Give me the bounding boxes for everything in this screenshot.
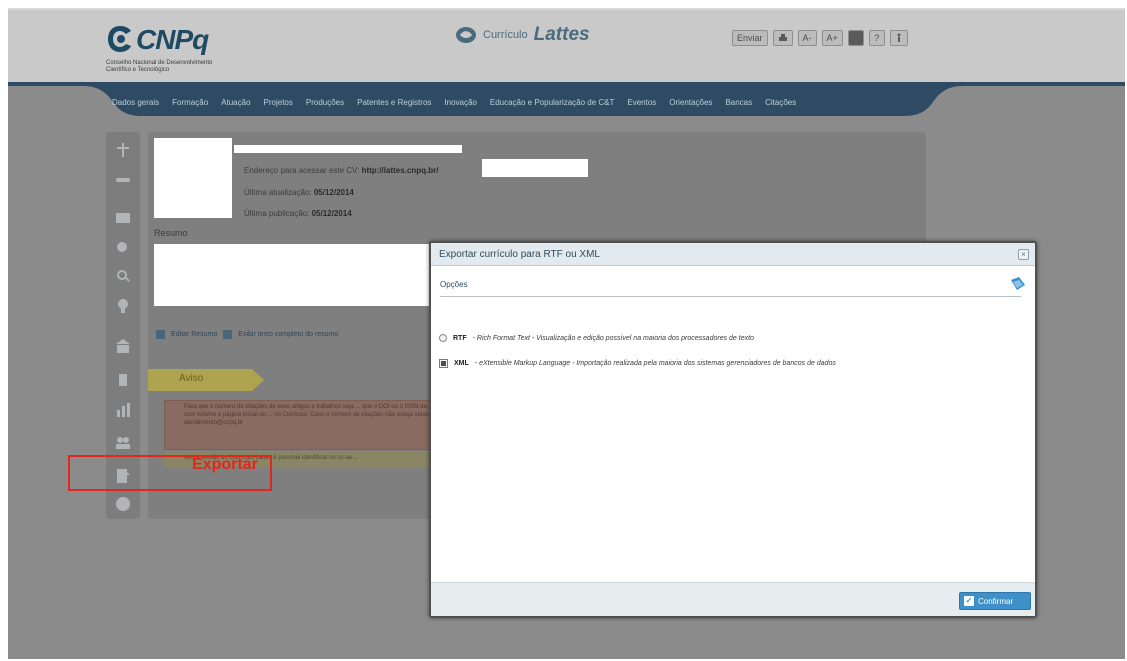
dialog-title: Exportar currículo para RTF ou XML	[439, 249, 600, 260]
export-dialog: Exportar currículo para RTF ou XML × Opç…	[429, 241, 1037, 618]
badge-icon[interactable]	[115, 298, 131, 314]
last-update-line: Última atualização: 05/12/2014	[244, 188, 354, 197]
accessibility-icon	[897, 33, 901, 42]
header-bar: CNPq Conselho Nacional de Desenvolviment…	[8, 8, 1125, 82]
help-label: ?	[874, 33, 880, 43]
dialog-header: Exportar currículo para RTF ou XML ×	[431, 243, 1035, 266]
email-label: Enviar	[737, 33, 763, 43]
cv-address-line: Endereço para acessar este CV: http://la…	[244, 166, 438, 175]
profile-name-redacted	[234, 145, 462, 153]
app-title-small: Currículo	[483, 29, 528, 41]
search-icon[interactable]	[115, 268, 131, 284]
nav-item-atuacao[interactable]: Atuação	[221, 98, 250, 107]
cnpq-logo-icon	[108, 26, 131, 52]
search-people-icon[interactable]	[115, 240, 131, 256]
last-update-label: Última atualização:	[244, 188, 312, 197]
export-annotation-label: Exportar	[192, 456, 258, 473]
font-decrease-label: A-	[802, 33, 812, 43]
rtf-desc: - Rich Format Text - Visualização e ediç…	[472, 334, 754, 342]
nav-item-orientacoes[interactable]: Orientações	[669, 98, 712, 107]
institution-icon[interactable]	[115, 338, 131, 354]
show-full-resumo-link[interactable]: Exibir texto completo do resumo	[238, 331, 338, 338]
lattes-icon	[456, 27, 476, 43]
edit-resumo-link[interactable]: Editar Resumo	[171, 331, 217, 338]
confirm-button[interactable]: ✓ Confirmar	[959, 592, 1031, 610]
last-update-value: 05/12/2014	[313, 188, 354, 197]
xml-desc: - eXtensible Markup Language - Importaçã…	[474, 360, 836, 367]
warning-text: Para que o número de citações de seus ar…	[184, 404, 447, 426]
help-book-icon[interactable]	[1009, 275, 1027, 293]
font-increase-label: A+	[826, 33, 838, 43]
last-publish-line: Última publicação: 05/12/2014	[244, 209, 352, 218]
nav-item-producoes[interactable]: Produções	[306, 98, 344, 107]
nav-item-inovacao[interactable]: Inovação	[444, 98, 476, 107]
font-decrease-button[interactable]: A-	[797, 30, 817, 46]
option-xml[interactable]: XML - eXtensible Markup Language - Impor…	[439, 359, 836, 368]
group-icon[interactable]	[115, 434, 131, 450]
contrast-button[interactable]	[847, 30, 864, 46]
close-icon[interactable]: ×	[1018, 249, 1029, 260]
cv-address-redacted	[482, 159, 588, 177]
header-toolbar: Enviar A- A+ ?	[732, 30, 908, 46]
app-title-big: Lattes	[533, 24, 590, 45]
option-rtf[interactable]: RTF - Rich Format Text - Visualização e …	[439, 334, 754, 342]
page-overlay: CNPq Conselho Nacional de Desenvolviment…	[8, 8, 1125, 659]
document-icon	[223, 330, 233, 339]
aviso-tag-shape	[148, 369, 264, 391]
confirm-label: Confirmar	[978, 596, 1014, 606]
cv-address-label: Endereço para acessar este CV:	[244, 166, 360, 175]
aviso-tag	[148, 369, 264, 391]
last-publish-value: 05/12/2014	[311, 209, 352, 218]
resumo-label: Resumo	[154, 228, 188, 238]
nav-items: Dados gerais Formação Atuação Projetos P…	[112, 98, 796, 107]
link-icon[interactable]	[115, 172, 131, 188]
options-section: Opções	[440, 277, 1025, 297]
tree-icon[interactable]	[115, 142, 131, 158]
check-icon: ✓	[964, 596, 974, 606]
last-publish-label: Última publicação:	[244, 209, 310, 218]
nav-item-dados-gerais[interactable]: Dados gerais	[112, 98, 159, 107]
xml-select-checked[interactable]	[439, 359, 448, 368]
nav-item-patentes[interactable]: Patentes e Registros	[357, 98, 431, 107]
resumo-actions: Editar Resumo Exibir texto completo do r…	[156, 330, 338, 339]
aviso-label: Aviso	[179, 373, 204, 384]
cnpq-logo[interactable]: CNPq Conselho Nacional de Desenvolviment…	[106, 20, 236, 78]
nav-item-projetos[interactable]: Projetos	[264, 98, 293, 107]
curriculo-lattes-logo: Currículo Lattes	[455, 24, 590, 46]
xml-desc-italic: eXtensible Markup Language	[479, 360, 571, 367]
id-card-icon[interactable]	[115, 210, 131, 226]
rtf-code: RTF	[453, 334, 467, 342]
dialog-footer: ✓ Confirmar	[431, 582, 1035, 616]
print-icon	[778, 33, 787, 41]
nav-item-educacao[interactable]: Educação e Popularização de C&T	[490, 98, 615, 107]
xml-code: XML	[454, 360, 469, 367]
profile-photo	[154, 138, 232, 218]
resumo-box	[154, 244, 454, 306]
accessibility-button[interactable]	[889, 30, 908, 46]
rtf-radio[interactable]	[439, 334, 447, 342]
options-label: Opções	[440, 280, 468, 289]
logo-subtitle: Conselho Nacional de Desenvolvimento Cie…	[106, 60, 213, 73]
chart-icon[interactable]	[115, 402, 131, 418]
edit-icon	[156, 330, 165, 339]
xml-desc-rest: - Importação realizada pela maioria dos …	[570, 360, 836, 367]
rtf-desc-rest: - Visualização e edição possível na maio…	[529, 334, 754, 342]
cv-address-link[interactable]: http://lattes.cnpq.br/	[362, 166, 439, 175]
print-button[interactable]	[772, 30, 793, 46]
nav-item-bancas[interactable]: Bancas	[725, 98, 752, 107]
download-icon[interactable]	[115, 496, 131, 512]
help-button[interactable]: ?	[868, 30, 885, 46]
nav-item-formacao[interactable]: Formação	[172, 98, 208, 107]
nav-item-citacoes[interactable]: Citações	[765, 98, 796, 107]
font-increase-button[interactable]: A+	[821, 30, 843, 46]
email-button[interactable]: Enviar	[732, 30, 768, 46]
rtf-desc-italic: Rich Format Text	[476, 334, 530, 342]
brush-icon[interactable]	[115, 372, 131, 388]
nav-item-eventos[interactable]: Eventos	[627, 98, 656, 107]
main-nav: Dados gerais Formação Atuação Projetos P…	[8, 82, 1125, 128]
logo-text: CNPq	[136, 24, 209, 55]
